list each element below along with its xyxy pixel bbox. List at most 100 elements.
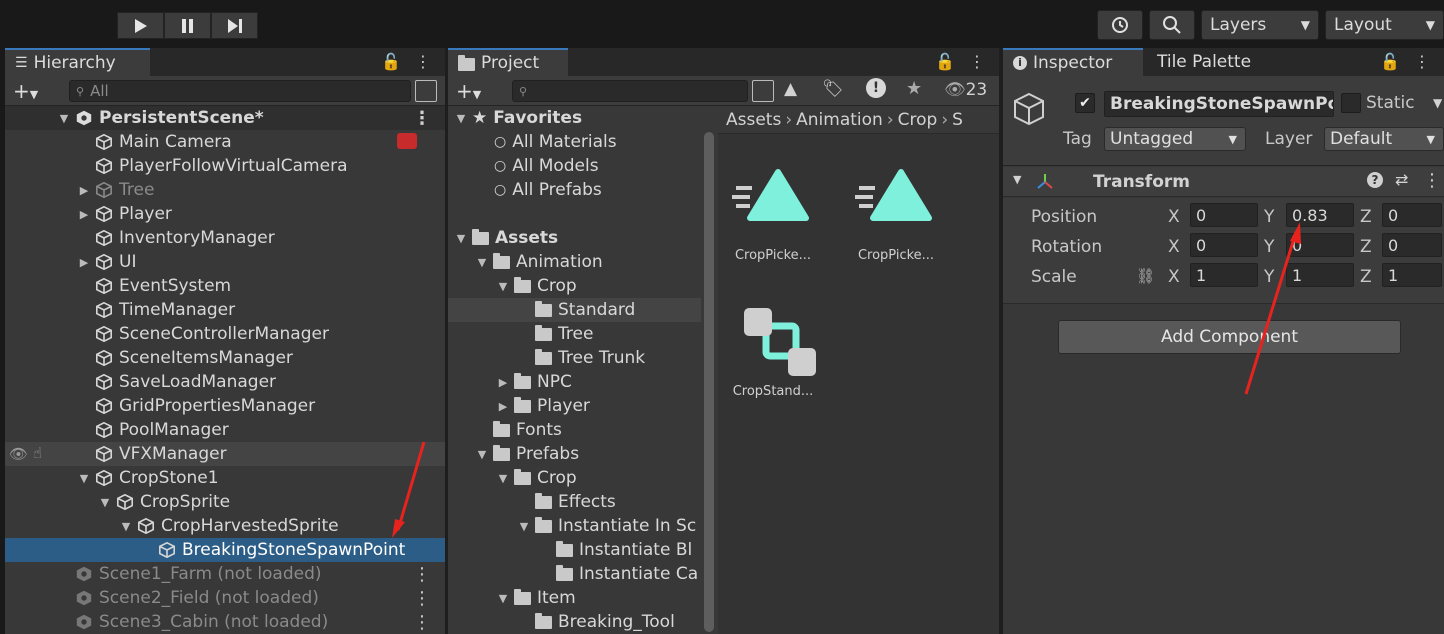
- position-y-field[interactable]: 0.83: [1286, 203, 1354, 227]
- z-axis-label[interactable]: Z: [1360, 237, 1372, 257]
- expand-arrow-icon[interactable]: ▼: [496, 280, 510, 293]
- expand-arrow-icon[interactable]: ▶: [496, 400, 510, 413]
- layer-dropdown[interactable]: Default ▼: [1324, 127, 1444, 151]
- expand-arrow-icon[interactable]: ▼: [454, 232, 468, 245]
- hierarchy-row[interactable]: ▼ CropStone1: [5, 466, 445, 490]
- filter-type-icon[interactable]: ▲: [784, 79, 797, 99]
- lock-icon[interactable]: 🔓: [1380, 52, 1400, 71]
- y-axis-label[interactable]: Y: [1264, 207, 1274, 227]
- folder-row[interactable]: ▼ Assets: [448, 226, 701, 250]
- expand-arrow-icon[interactable]: ▼: [454, 112, 468, 125]
- kebab-icon[interactable]: ⋮: [413, 108, 431, 129]
- folder-row[interactable]: ▼ Prefabs: [448, 442, 701, 466]
- tab-hierarchy[interactable]: ☰ Hierarchy: [5, 48, 150, 76]
- lock-icon[interactable]: 🔓: [935, 52, 955, 71]
- collapse-arrow-icon[interactable]: ▶: [77, 256, 91, 269]
- create-button[interactable]: +▼: [13, 79, 38, 103]
- panel-divider[interactable]: [999, 48, 1003, 634]
- project-tree-scrollbar[interactable]: [704, 132, 714, 632]
- breadcrumb-item[interactable]: Assets: [726, 110, 781, 130]
- collapse-arrow-icon[interactable]: ▶: [77, 208, 91, 221]
- hierarchy-row[interactable]: PoolManager: [5, 418, 445, 442]
- hierarchy-row[interactable]: InventoryManager: [5, 226, 445, 250]
- tag-dropdown[interactable]: Untagged ▼: [1104, 127, 1246, 151]
- panel-divider[interactable]: [445, 48, 448, 634]
- z-axis-label[interactable]: Z: [1360, 207, 1372, 227]
- saved-search-item[interactable]: ○ All Materials: [448, 130, 701, 154]
- z-axis-label[interactable]: Z: [1360, 267, 1372, 287]
- add-component-button[interactable]: Add Component: [1058, 320, 1401, 354]
- folder-row[interactable]: Instantiate Bl: [448, 538, 701, 562]
- animator-controller-asset[interactable]: CropStand...: [723, 294, 823, 399]
- expand-arrow-icon[interactable]: ▼: [496, 592, 510, 605]
- hierarchy-row[interactable]: ▼ CropHarvestedSprite: [5, 514, 445, 538]
- breadcrumb-item[interactable]: Crop: [898, 110, 938, 130]
- folder-row[interactable]: ▼ Item: [448, 586, 701, 610]
- chevron-down-icon[interactable]: ▼: [1013, 173, 1021, 186]
- rotation-z-field[interactable]: 0: [1382, 233, 1442, 257]
- hierarchy-row[interactable]: TimeManager: [5, 298, 445, 322]
- hierarchy-row[interactable]: SaveLoadManager: [5, 370, 445, 394]
- label-icon[interactable]: 🏷: [822, 79, 844, 99]
- folder-row[interactable]: ▼ Crop: [448, 466, 701, 490]
- unloaded-scene-row[interactable]: Scene3_Cabin (not loaded) ⋮: [5, 610, 445, 634]
- step-button[interactable]: [211, 12, 258, 39]
- tab-tile-palette[interactable]: Tile Palette: [1147, 48, 1277, 76]
- expand-arrow-icon[interactable]: ▼: [517, 520, 531, 533]
- create-button[interactable]: +▼: [456, 79, 481, 103]
- expand-arrow-icon[interactable]: ▼: [98, 496, 112, 509]
- folder-row[interactable]: Tree Trunk: [448, 346, 701, 370]
- help-icon[interactable]: ?: [1367, 172, 1383, 188]
- position-x-field[interactable]: 0: [1190, 203, 1258, 227]
- breadcrumb-item[interactable]: Animation: [796, 110, 883, 130]
- expand-arrow-icon[interactable]: ▼: [496, 472, 510, 485]
- hierarchy-row[interactable]: SceneControllerManager: [5, 322, 445, 346]
- folder-row[interactable]: Breaking_Tool: [448, 610, 701, 634]
- folder-row[interactable]: Instantiate Ca: [448, 562, 701, 586]
- star-icon[interactable]: ★: [906, 78, 922, 99]
- hierarchy-search-input[interactable]: ⚲ All: [69, 80, 411, 102]
- presets-icon[interactable]: ⇄: [1395, 170, 1408, 189]
- kebab-icon[interactable]: ⋮: [415, 52, 431, 71]
- folder-row[interactable]: Effects: [448, 490, 701, 514]
- link-icon[interactable]: ⛓: [1136, 267, 1155, 285]
- expand-arrow-icon[interactable]: ▼: [119, 520, 133, 533]
- scene-row[interactable]: ▼ PersistentScene* ⋮: [5, 106, 445, 130]
- hierarchy-row[interactable]: BreakingStoneSpawnPoint: [5, 538, 445, 562]
- play-button[interactable]: [117, 12, 164, 39]
- collapse-arrow-icon[interactable]: ▶: [77, 184, 91, 197]
- history-button[interactable]: [1097, 10, 1143, 40]
- folder-row[interactable]: Fonts: [448, 418, 701, 442]
- scale-z-field[interactable]: 1: [1382, 263, 1442, 287]
- hierarchy-row[interactable]: GridPropertiesManager: [5, 394, 445, 418]
- breadcrumb-item[interactable]: S: [952, 110, 963, 130]
- hierarchy-row[interactable]: ▶ Tree: [5, 178, 445, 202]
- x-axis-label[interactable]: X: [1168, 267, 1180, 287]
- position-z-field[interactable]: 0: [1382, 203, 1442, 227]
- visibility-eye-icon[interactable]: 👁: [9, 445, 28, 463]
- tab-inspector[interactable]: i Inspector: [1003, 48, 1143, 76]
- kebab-icon[interactable]: ⋮: [413, 612, 431, 633]
- transform-header[interactable]: ▼ Transform ? ⇄ ⋮: [1003, 167, 1444, 197]
- folder-row[interactable]: Tree: [448, 322, 701, 346]
- x-axis-label[interactable]: X: [1168, 207, 1180, 227]
- lock-icon[interactable]: 🔓: [381, 52, 401, 71]
- scene-visibility-button[interactable]: [415, 80, 437, 102]
- expand-arrow-icon[interactable]: ▼: [57, 112, 71, 125]
- folder-row[interactable]: ▼ Animation: [448, 250, 701, 274]
- object-name-field[interactable]: BreakingStoneSpawnPoi: [1104, 91, 1334, 117]
- unloaded-scene-row[interactable]: Scene2_Field (not loaded) ⋮: [5, 586, 445, 610]
- hierarchy-row[interactable]: Main Camera: [5, 130, 445, 154]
- warning-icon[interactable]: !: [866, 78, 886, 98]
- hierarchy-row[interactable]: 👁 ☝ VFXManager: [5, 442, 445, 466]
- static-checkbox[interactable]: [1341, 93, 1361, 113]
- layout-dropdown[interactable]: Layout ▼: [1325, 10, 1444, 40]
- hierarchy-row[interactable]: PlayerFollowVirtualCamera: [5, 154, 445, 178]
- rotation-x-field[interactable]: 0: [1190, 233, 1258, 257]
- hierarchy-row[interactable]: ▼ CropSprite: [5, 490, 445, 514]
- layers-dropdown[interactable]: Layers ▼: [1201, 10, 1319, 40]
- hierarchy-row[interactable]: EventSystem: [5, 274, 445, 298]
- y-axis-label[interactable]: Y: [1264, 267, 1274, 287]
- folder-row[interactable]: Standard: [448, 298, 701, 322]
- pickable-hand-icon[interactable]: ☝: [33, 444, 42, 462]
